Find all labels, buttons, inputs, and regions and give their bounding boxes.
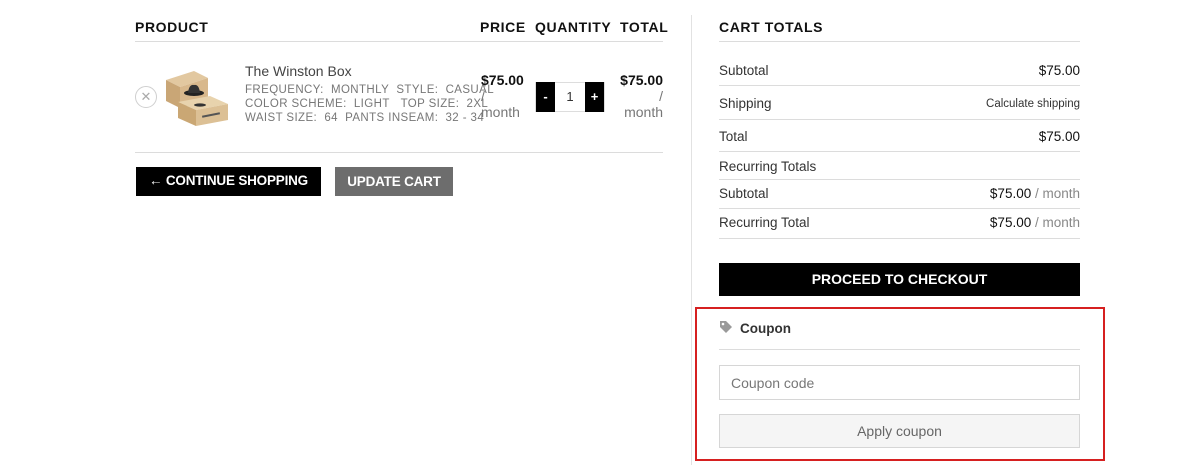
recurring-subtotal-label: Subtotal bbox=[719, 186, 769, 201]
header-divider bbox=[135, 41, 663, 42]
totals-divider bbox=[719, 119, 1080, 120]
quantity-column-header: QUANTITY bbox=[535, 19, 612, 35]
quantity-stepper[interactable]: - 1 + bbox=[535, 82, 605, 112]
update-cart-button[interactable]: UPDATE CART bbox=[335, 167, 453, 196]
meta-key: PANTS INSEAM: bbox=[345, 112, 439, 124]
column-divider bbox=[691, 15, 692, 465]
coupon-heading[interactable]: Coupon bbox=[740, 321, 791, 336]
product-meta-line: COLOR SCHEME: LIGHT TOP SIZE: 2XL bbox=[245, 98, 488, 110]
total-label: Total bbox=[719, 129, 748, 144]
subtotal-value: $75.00 bbox=[1038, 63, 1080, 78]
recurring-totals-heading: Recurring Totals bbox=[719, 159, 817, 174]
item-total: $75.00 / month bbox=[603, 72, 663, 120]
totals-divider bbox=[719, 238, 1080, 239]
quantity-input[interactable]: 1 bbox=[555, 83, 585, 111]
product-meta-line: FREQUENCY: MONTHLY STYLE: CASUAL bbox=[245, 84, 494, 96]
shipping-label: Shipping bbox=[719, 96, 772, 111]
quantity-minus-button[interactable]: - bbox=[536, 82, 555, 112]
totals-divider bbox=[719, 151, 1080, 152]
price-column-header: PRICE bbox=[480, 19, 526, 35]
total-amount: $75.00 bbox=[620, 72, 663, 88]
recurring-total-suffix: / month bbox=[1031, 215, 1080, 230]
meta-value: 32 - 34 bbox=[445, 112, 485, 124]
totals-header-divider bbox=[719, 41, 1080, 42]
meta-value: MONTHLY bbox=[330, 84, 390, 96]
recurring-total-amount: $75.00 bbox=[989, 215, 1032, 230]
totals-divider bbox=[719, 85, 1080, 86]
recurring-subtotal-suffix: / month bbox=[1031, 186, 1080, 201]
recurring-subtotal-amount: $75.00 bbox=[989, 186, 1032, 201]
totals-divider bbox=[719, 208, 1080, 209]
coupon-code-input[interactable] bbox=[719, 365, 1080, 400]
quantity-plus-button[interactable]: + bbox=[585, 82, 604, 112]
recurring-total-value: $75.00 / month bbox=[990, 215, 1080, 230]
meta-key: STYLE: bbox=[396, 84, 439, 96]
remove-item-button[interactable]: ✕ bbox=[135, 86, 157, 108]
recurring-total-label: Recurring Total bbox=[719, 215, 810, 230]
meta-key: TOP SIZE: bbox=[400, 98, 460, 110]
meta-value: 64 bbox=[324, 112, 338, 124]
price-suffix: month bbox=[481, 104, 520, 120]
calculate-shipping-link[interactable]: Calculate shipping bbox=[986, 98, 1080, 110]
coupon-divider bbox=[719, 349, 1080, 350]
totals-divider bbox=[719, 179, 1080, 180]
continue-shopping-button[interactable]: ← CONTINUE SHOPPING bbox=[136, 167, 321, 196]
total-suffix: / bbox=[659, 88, 663, 104]
proceed-to-checkout-button[interactable]: PROCEED TO CHECKOUT bbox=[719, 263, 1080, 296]
subtotal-label: Subtotal bbox=[719, 63, 769, 78]
meta-key: COLOR SCHEME: bbox=[245, 98, 347, 110]
product-name-link[interactable]: The Winston Box bbox=[245, 63, 352, 79]
row-divider bbox=[135, 152, 663, 153]
meta-key: FREQUENCY: bbox=[245, 84, 324, 96]
cart-totals-title: CART TOTALS bbox=[719, 19, 824, 35]
price-amount: $75.00 bbox=[481, 72, 524, 88]
total-suffix: month bbox=[624, 104, 663, 120]
tag-icon bbox=[720, 321, 732, 333]
meta-value: LIGHT bbox=[353, 98, 390, 110]
total-column-header: TOTAL bbox=[620, 19, 669, 35]
item-price: $75.00 / month bbox=[481, 72, 531, 120]
recurring-subtotal-value: $75.00 / month bbox=[990, 186, 1080, 201]
product-meta-line: WAIST SIZE: 64 PANTS INSEAM: 32 - 34 bbox=[245, 112, 484, 124]
product-thumbnail[interactable] bbox=[160, 66, 232, 128]
price-suffix: / bbox=[481, 88, 485, 104]
product-column-header: PRODUCT bbox=[135, 19, 209, 35]
apply-coupon-button[interactable]: Apply coupon bbox=[719, 414, 1080, 448]
total-value: $75.00 bbox=[1038, 129, 1080, 144]
meta-key: WAIST SIZE: bbox=[245, 112, 318, 124]
